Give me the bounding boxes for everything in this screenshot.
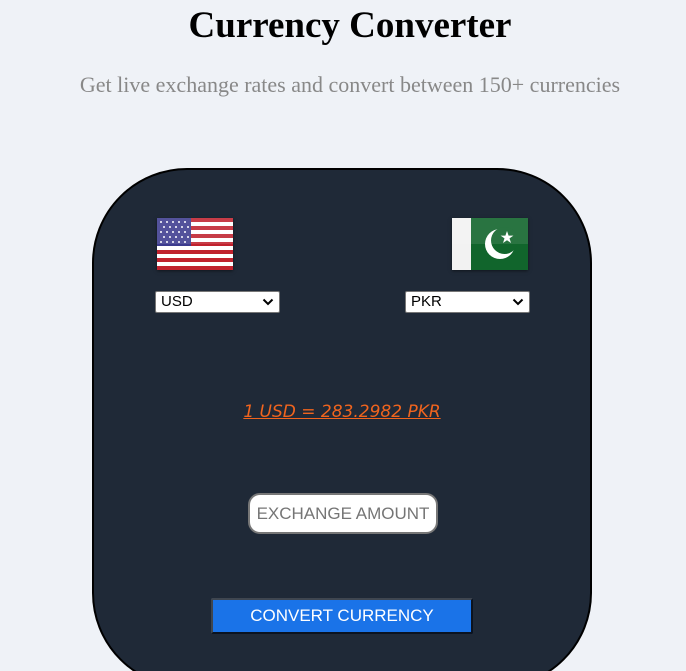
from-currency-select[interactable]: USD — [155, 291, 280, 313]
pk-flag-icon — [452, 218, 528, 270]
exchange-amount-input[interactable]: EXCHANGE AMOUNT — [248, 493, 438, 534]
convert-currency-button[interactable]: CONVERT CURRENCY — [211, 598, 473, 634]
exchange-rate-text: 1 USD = 283.2982 PKR — [243, 402, 441, 422]
us-flag-icon — [157, 218, 233, 270]
page-subtitle: Get live exchange rates and convert betw… — [79, 72, 621, 97]
chevron-down-icon — [262, 298, 274, 306]
to-currency-value: PKR — [411, 293, 442, 310]
from-currency-value: USD — [161, 293, 193, 310]
to-currency-select[interactable]: PKR — [405, 291, 530, 313]
page-title: Currency Converter — [188, 5, 512, 46]
chevron-down-icon — [512, 298, 524, 306]
